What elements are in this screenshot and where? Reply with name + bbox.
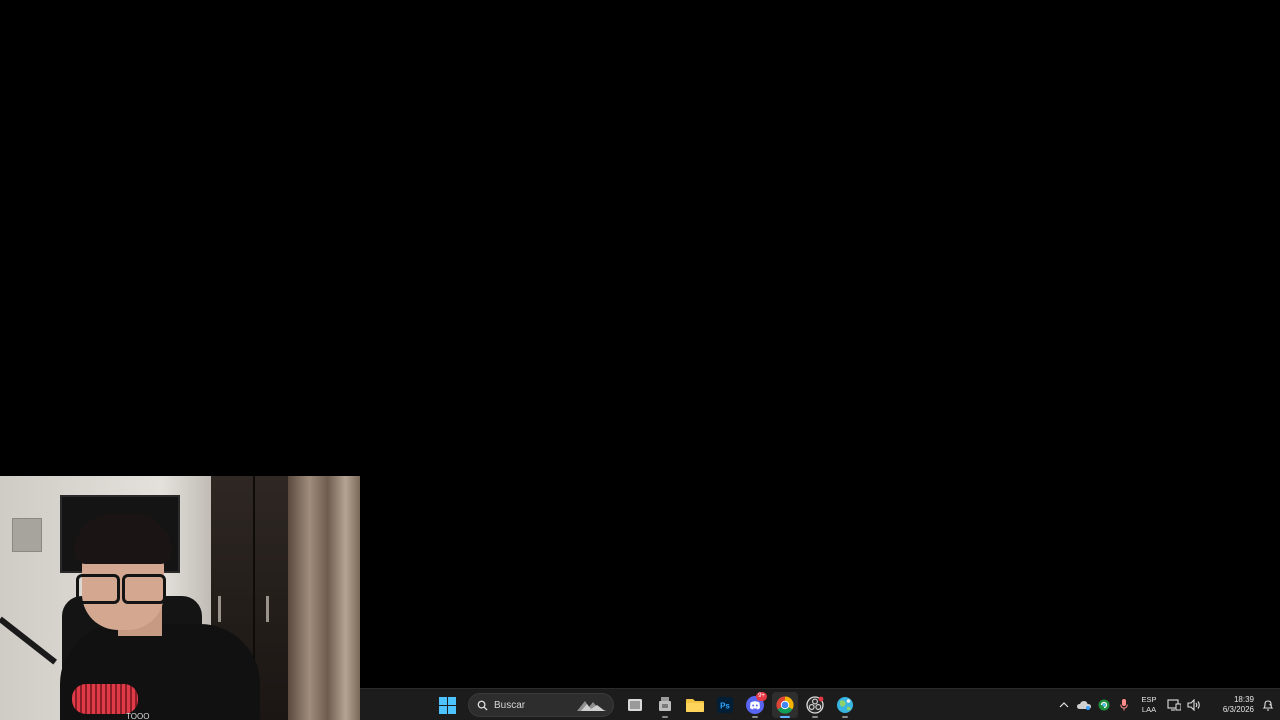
running-indicator: [662, 716, 668, 718]
photoshop-icon: Ps: [717, 697, 733, 713]
shield-refresh-icon: [1098, 699, 1110, 711]
task-view-button[interactable]: [622, 692, 648, 718]
obs-button[interactable]: [802, 692, 828, 718]
clock-date: 6/3/2026: [1222, 705, 1254, 714]
clock-time: 18:39: [1233, 695, 1254, 704]
show-hidden-icons-button[interactable]: [1054, 693, 1074, 717]
file-explorer-button[interactable]: [682, 692, 708, 718]
obs-icon: [806, 696, 824, 714]
running-indicator: [752, 716, 758, 718]
chrome-icon: [776, 696, 794, 714]
search-icon: [477, 700, 488, 711]
task-view-icon: [628, 699, 642, 711]
photoshop-button[interactable]: Ps: [712, 692, 738, 718]
start-button[interactable]: [434, 692, 460, 718]
onedrive-button[interactable]: [1074, 693, 1094, 717]
microphone-icon: [1120, 699, 1128, 711]
notifications-button[interactable]: [1258, 693, 1278, 717]
system-tray: ESP LAA 18:39 6/3/2026: [1054, 689, 1280, 720]
clock[interactable]: 18:39 6/3/2026: [1204, 695, 1254, 715]
security-button[interactable]: [1094, 693, 1114, 717]
webcam-switch-plate: [12, 518, 42, 552]
webcam-cabinet-handle: [218, 596, 221, 622]
taskbar-search[interactable]: [468, 693, 614, 717]
notification-bell-icon: [1262, 700, 1274, 711]
windows-logo-icon: [438, 696, 456, 714]
language-indicator[interactable]: ESP LAA: [1134, 695, 1164, 715]
search-highlight-icon: [577, 701, 607, 711]
speaker-icon: [1187, 699, 1200, 711]
taskbar: Ps 9+: [360, 688, 1280, 720]
running-indicator: [842, 716, 848, 718]
globe-app-button[interactable]: [832, 692, 858, 718]
webcam-microphone: [72, 684, 138, 714]
search-input[interactable]: [494, 699, 564, 711]
chrome-button[interactable]: [772, 692, 798, 718]
network-button[interactable]: [1164, 693, 1184, 717]
language-code: ESP: [1141, 695, 1157, 704]
webcam-curtain: [288, 476, 360, 720]
webcam-lens: [122, 574, 166, 604]
webcam-overlay: TOOO: [0, 476, 360, 720]
webcam-shirt-text: TOOO: [126, 712, 150, 720]
app-icon: [659, 697, 671, 711]
webcam-person-hair: [74, 514, 172, 564]
network-icon: [1167, 699, 1181, 711]
microphone-button[interactable]: [1114, 693, 1134, 717]
webcam-glasses: [76, 574, 172, 604]
webcam-cabinet-handle: [266, 596, 269, 622]
running-indicator: [780, 716, 790, 718]
language-layout: LAA: [1141, 705, 1157, 714]
app-button[interactable]: [652, 692, 678, 718]
chevron-up-icon: [1059, 702, 1069, 708]
discord-button[interactable]: 9+: [742, 692, 768, 718]
cloud-icon: [1077, 701, 1091, 710]
globe-icon: [837, 697, 853, 713]
running-indicator: [812, 716, 818, 718]
svg-text:Ps: Ps: [720, 702, 730, 711]
folder-icon: [686, 699, 704, 712]
webcam-lens: [76, 574, 120, 604]
taskbar-pinned-apps: Ps 9+: [434, 689, 858, 720]
discord-notification-badge: 9+: [756, 692, 767, 701]
volume-button[interactable]: [1184, 693, 1204, 717]
desktop: TOOO Buscar Ps 9+ ESP LAA 18:39 6/3/2026: [0, 0, 1280, 720]
